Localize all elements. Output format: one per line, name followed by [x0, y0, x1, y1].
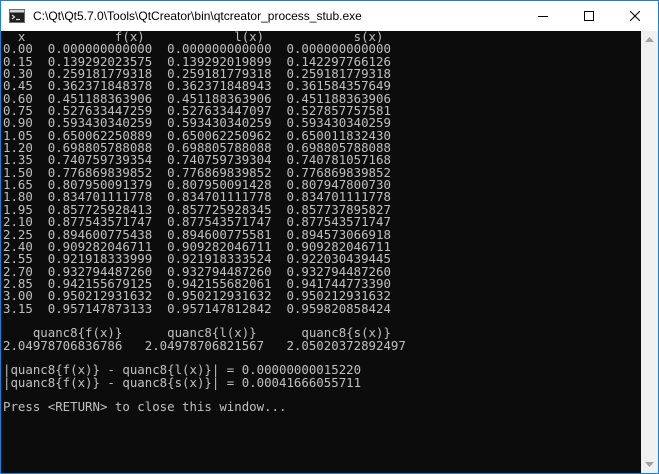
scroll-down-button[interactable]: [641, 456, 658, 473]
close-icon: [630, 11, 640, 21]
scroll-up-button[interactable]: [641, 31, 658, 48]
console-app-icon: [9, 9, 25, 23]
maximize-icon: [584, 11, 594, 21]
scroll-up-arrow-icon: [645, 36, 654, 42]
minimize-icon: [538, 16, 548, 17]
scrollbar-track[interactable]: [641, 48, 658, 456]
console-line: |quanc8{f(x)} - quanc8{s(x)}| = 0.000416…: [3, 374, 362, 390]
maximize-button[interactable]: [566, 1, 612, 31]
scroll-down-arrow-icon: [645, 461, 654, 467]
console-line: 3.15 0.957147873133 0.957147812842 0.959…: [3, 300, 391, 316]
console-output[interactable]: x f(x) l(x) s(x) 0.00 0.000000000000 0.00…: [1, 31, 641, 473]
window-title: C:\Qt\Qt5.7.0\Tools\QtCreator\bin\qtcrea…: [33, 9, 362, 23]
console-window: C:\Qt\Qt5.7.0\Tools\QtCreator\bin\qtcrea…: [0, 0, 659, 474]
title-bar[interactable]: C:\Qt\Qt5.7.0\Tools\QtCreator\bin\qtcrea…: [1, 1, 658, 31]
vertical-scrollbar[interactable]: [641, 31, 658, 473]
minimize-button[interactable]: [520, 1, 566, 31]
console-line: Press <RETURN> to close this window...: [3, 399, 287, 415]
close-button[interactable]: [612, 1, 658, 31]
console-line: 2.04978706836786 2.04978706821567 2.0502…: [3, 337, 406, 353]
